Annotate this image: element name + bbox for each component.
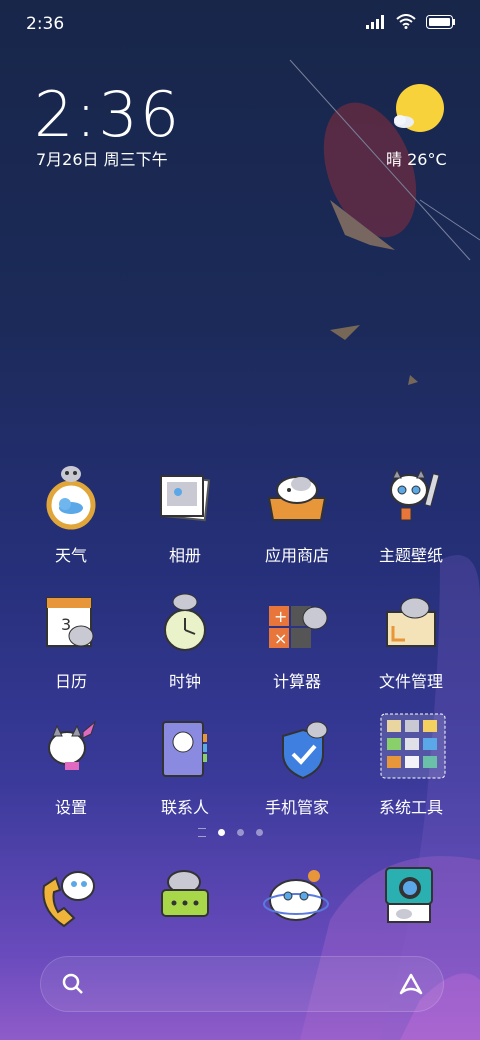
- app-system-tools-folder[interactable]: 系统工具: [356, 712, 466, 818]
- page-dot: [237, 829, 244, 836]
- clock-widget-time[interactable]: 2:36: [34, 78, 181, 151]
- svg-text:+: +: [274, 607, 287, 626]
- gallery-app-icon: [160, 474, 211, 522]
- app-app-store[interactable]: 应用商店: [242, 460, 352, 566]
- app-label: 相册: [168, 546, 201, 565]
- app-calculator[interactable]: + × 计算器: [242, 586, 352, 692]
- weather-app-icon: [46, 466, 96, 530]
- app-themes[interactable]: 主题壁纸: [356, 460, 466, 566]
- app-label: 主题壁纸: [378, 546, 443, 565]
- sunny-weather-icon[interactable]: [390, 82, 446, 138]
- app-label: 系统工具: [378, 798, 443, 817]
- page-indicator-list-icon: [198, 828, 206, 837]
- dock-phone[interactable]: [30, 860, 110, 944]
- system-tools-folder-icon: [380, 713, 446, 779]
- calendar-app-icon: 3: [46, 597, 94, 647]
- app-clock[interactable]: 时钟: [130, 586, 240, 692]
- calendar-day: 3: [61, 615, 71, 634]
- app-settings[interactable]: 设置: [16, 712, 126, 818]
- app-label: 天气: [54, 546, 87, 565]
- status-time: 2:36: [26, 14, 65, 34]
- app-label: 时钟: [168, 672, 201, 691]
- signal-icon: [366, 14, 384, 29]
- app-label: 手机管家: [264, 798, 329, 817]
- app-label: 设置: [54, 798, 87, 817]
- clock-widget-date: 7月26日 周三下午: [36, 150, 168, 169]
- app-file-manager[interactable]: 文件管理: [356, 586, 466, 692]
- themes-app-icon: [390, 468, 440, 521]
- dock-browser[interactable]: [256, 860, 336, 944]
- calculator-app-icon: + ×: [269, 606, 328, 648]
- messages-app-icon: [161, 870, 209, 917]
- app-contacts[interactable]: 联系人: [130, 712, 240, 818]
- app-label: 应用商店: [264, 546, 329, 565]
- app-store-icon: [267, 476, 327, 521]
- app-calendar[interactable]: 3 日历: [16, 586, 126, 692]
- app-weather[interactable]: 天气: [16, 460, 126, 566]
- page-indicator[interactable]: [198, 828, 263, 837]
- clock-app-icon: [164, 593, 206, 651]
- svg-text:×: ×: [274, 629, 287, 648]
- page-dot: [256, 829, 263, 836]
- weather-text: 晴 26°C: [386, 150, 447, 169]
- dock-camera[interactable]: [370, 860, 450, 944]
- assistant-icon[interactable]: [397, 971, 425, 997]
- app-label: 日历: [54, 672, 87, 691]
- browser-app-icon: [263, 870, 329, 921]
- camera-app-icon: [385, 867, 433, 923]
- phone-app-icon: [42, 871, 95, 928]
- search-icon: [62, 973, 83, 994]
- security-shield-icon: [282, 721, 328, 780]
- app-label: 联系人: [160, 798, 209, 817]
- wifi-icon: [396, 14, 416, 29]
- page-dot-active: [218, 829, 225, 836]
- app-security[interactable]: 手机管家: [242, 712, 352, 818]
- battery-icon: [426, 14, 455, 29]
- status-bar: 2:36: [0, 0, 480, 50]
- settings-app-icon: [48, 720, 97, 770]
- contacts-app-icon: [162, 721, 207, 777]
- app-label: 计算器: [272, 672, 321, 691]
- app-gallery[interactable]: 相册: [130, 460, 240, 566]
- search-bar[interactable]: [40, 956, 444, 1012]
- file-manager-app-icon: [386, 597, 436, 647]
- app-label: 文件管理: [378, 672, 443, 691]
- dock-messages[interactable]: [144, 860, 224, 944]
